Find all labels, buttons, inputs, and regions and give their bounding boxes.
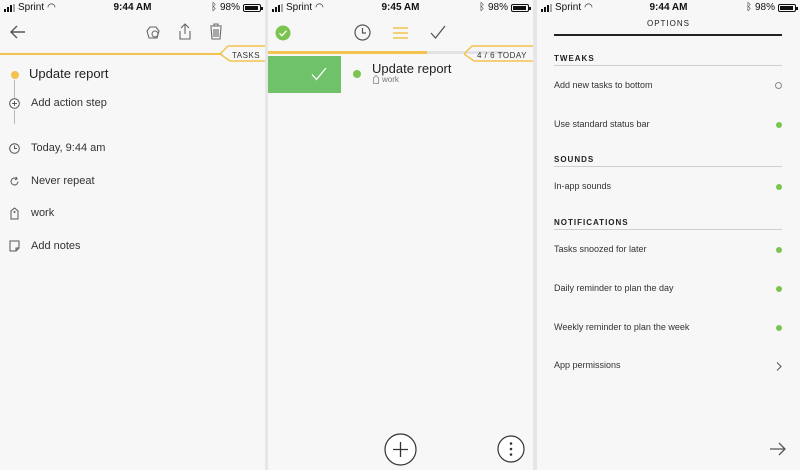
task-list-screen: Sprint ◠ 9:45 AM ᛒ 98% 4 / 6 TODAY Updat… bbox=[268, 0, 533, 470]
snooze-icon[interactable] bbox=[145, 24, 161, 40]
battery-icon bbox=[778, 3, 798, 12]
option-label: Daily reminder to plan the day bbox=[554, 283, 674, 293]
battery-percent: 98% bbox=[754, 2, 775, 13]
section-divider bbox=[554, 65, 782, 66]
option-daily-reminder[interactable]: Daily reminder to plan the day bbox=[554, 283, 782, 293]
battery-info: ᛒ 98% bbox=[478, 2, 531, 13]
toggle-on-icon[interactable] bbox=[776, 122, 782, 128]
step-connector-lower bbox=[14, 110, 15, 124]
done-view-icon[interactable] bbox=[429, 25, 446, 40]
repeat-icon bbox=[10, 176, 19, 186]
option-in-app-sounds[interactable]: In-app sounds bbox=[554, 181, 782, 191]
toggle-on-icon[interactable] bbox=[776, 247, 782, 253]
today-counter: 4 / 6 TODAY bbox=[477, 51, 527, 60]
forward-arrow-icon[interactable] bbox=[769, 441, 787, 457]
page-title: OPTIONS bbox=[646, 19, 690, 28]
more-options-button[interactable] bbox=[497, 435, 525, 463]
share-icon[interactable] bbox=[177, 23, 193, 40]
task-status-dot[interactable] bbox=[353, 70, 361, 78]
add-step-icon[interactable] bbox=[9, 98, 20, 109]
section-heading-sounds: SOUNDS bbox=[554, 155, 595, 164]
chevron-right-icon bbox=[776, 362, 782, 371]
toggle-on-icon[interactable] bbox=[776, 325, 782, 331]
battery-info: ᛒ 98% bbox=[745, 2, 798, 13]
option-label: In-app sounds bbox=[554, 181, 612, 191]
bluetooth-icon: ᛒ bbox=[478, 2, 485, 13]
status-bar: Sprint ◠ 9:45 AM ᛒ 98% bbox=[268, 0, 533, 14]
options-screen: Sprint ◠ 9:44 AM ᛒ 98% OPTIONS TWEAKS Ad… bbox=[537, 0, 800, 470]
bluetooth-icon: ᛒ bbox=[745, 2, 752, 13]
battery-info: ᛒ 98% bbox=[210, 2, 263, 13]
title-underline bbox=[554, 34, 782, 36]
option-add-to-bottom[interactable]: Add new tasks to bottom bbox=[554, 80, 782, 90]
battery-percent: 98% bbox=[487, 2, 508, 13]
status-bar: Sprint ◠ 9:44 AM ᛒ 98% bbox=[537, 0, 800, 14]
option-weekly-reminder[interactable]: Weekly reminder to plan the week bbox=[554, 322, 782, 332]
toggle-on-icon[interactable] bbox=[776, 184, 782, 190]
back-arrow-icon[interactable] bbox=[9, 23, 27, 41]
add-task-button[interactable] bbox=[384, 433, 417, 466]
tag-value[interactable]: work bbox=[31, 207, 54, 219]
toggle-off-icon[interactable] bbox=[775, 82, 782, 89]
toggle-on-icon[interactable] bbox=[776, 286, 782, 292]
task-title[interactable]: Update report bbox=[29, 66, 109, 81]
add-step-button[interactable]: Add action step bbox=[31, 97, 107, 109]
bluetooth-icon: ᛒ bbox=[210, 2, 217, 13]
option-label: Add new tasks to bottom bbox=[554, 80, 653, 90]
app-permissions-row[interactable]: App permissions bbox=[554, 360, 782, 371]
task-status-dot[interactable] bbox=[11, 71, 19, 79]
task-detail-screen: Sprint ◠ 9:44 AM ᛒ 98% TASKS Update repo… bbox=[0, 0, 265, 470]
due-date[interactable]: Today, 9:44 am bbox=[31, 142, 105, 154]
repeat-setting[interactable]: Never repeat bbox=[31, 175, 95, 187]
list-view-icon[interactable] bbox=[392, 26, 409, 40]
complete-swipe-action[interactable] bbox=[268, 56, 341, 93]
battery-icon bbox=[511, 3, 531, 12]
option-standard-status-bar[interactable]: Use standard status bar bbox=[554, 119, 782, 129]
status-bar: Sprint ◠ 9:44 AM ᛒ 98% bbox=[0, 0, 265, 14]
checkmark-icon bbox=[311, 67, 327, 81]
section-heading-tweaks: TWEAKS bbox=[554, 54, 595, 63]
step-connector bbox=[14, 80, 15, 98]
task-title[interactable]: Update report bbox=[372, 61, 452, 76]
option-snoozed-tasks[interactable]: Tasks snoozed for later bbox=[554, 244, 782, 254]
tasks-divider bbox=[0, 53, 222, 55]
clock-icon bbox=[9, 143, 20, 154]
notes-icon bbox=[9, 240, 20, 252]
completed-filter-icon[interactable] bbox=[275, 25, 291, 41]
section-heading-notifications: NOTIFICATIONS bbox=[554, 218, 629, 227]
trash-icon[interactable] bbox=[208, 23, 224, 40]
option-label: Use standard status bar bbox=[554, 119, 650, 129]
option-label: App permissions bbox=[554, 360, 621, 370]
section-label: TASKS bbox=[232, 51, 261, 60]
battery-percent: 98% bbox=[219, 2, 240, 13]
battery-icon bbox=[243, 3, 263, 12]
tag-icon bbox=[373, 75, 379, 84]
progress-fill bbox=[268, 51, 427, 54]
tag-icon bbox=[10, 207, 19, 220]
option-label: Tasks snoozed for later bbox=[554, 244, 647, 254]
option-label: Weekly reminder to plan the week bbox=[554, 322, 690, 332]
schedule-icon[interactable] bbox=[354, 24, 371, 41]
section-divider bbox=[554, 229, 782, 230]
section-divider bbox=[554, 166, 782, 167]
task-tag: work bbox=[382, 75, 399, 84]
add-notes-button[interactable]: Add notes bbox=[31, 240, 81, 252]
